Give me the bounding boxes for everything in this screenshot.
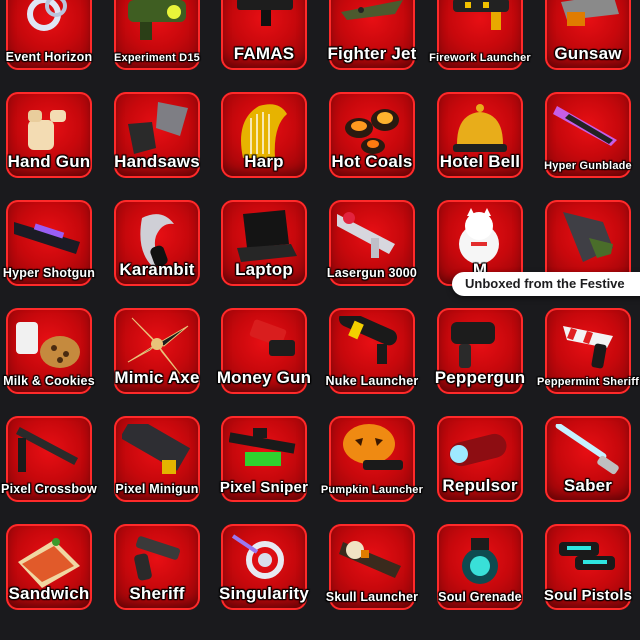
weapon-tile[interactable]: Firework Launcher [429,0,531,70]
weapon-label: Handsaws [114,152,200,171]
weapon-tile[interactable]: Hot Coals [329,92,415,178]
weapon-label: Singularity [218,584,310,603]
weapon-tile[interactable]: Pixel Sniper [220,416,308,502]
weapon-label: Money Gun [216,368,312,387]
weapon-label: Soul Grenade [438,590,522,604]
weapon-label: Pixel Crossbow [1,482,97,496]
pumpkin-launcher-icon [343,424,403,470]
weapon-tile[interactable]: Singularity [219,524,309,610]
weapon-label: Lasergun 3000 [326,266,418,280]
weapon-tile[interactable]: Karambit [114,200,200,286]
skull-launcher-icon [339,541,401,578]
weapon-tile[interactable]: Mimic Axe [114,308,200,394]
weapon-tile[interactable]: Hotel Bell [437,92,523,178]
weapon-tile[interactable]: Pixel Crossbow [1,416,97,502]
weapon-label: Sandwich [8,584,90,603]
weapon-label: Hyper Gunblade [544,160,632,172]
weapon-tile[interactable]: Lasergun 3000 [327,200,417,286]
weapon-label: Laptop [235,260,293,279]
weapon-label: Fighter Jet [327,44,417,63]
weapon-label: Saber [563,476,613,495]
weapon-label: Peppermint Sheriff [536,376,639,388]
weapon-label: Experiment D15 [114,52,200,64]
weapon-label: Sheriff [129,584,185,603]
weapon-grid: Event Horizon Experiment D15 FAMAS Fighter … [0,0,640,640]
weapon-tile[interactable]: Saber [545,416,631,502]
weapon-tile[interactable]: Hyper Shotgun [3,200,95,286]
soul-grenade-icon [462,538,498,584]
peppermint-sheriff-icon [563,326,613,369]
weapon-label: Hand Gun [7,152,91,171]
weapon-tile[interactable]: Sheriff [114,524,200,610]
weapon-tile[interactable]: Fighter Jet [327,0,416,70]
soul-pistols-icon [559,542,615,570]
weapon-tile[interactable]: Handsaws [114,92,200,178]
weapon-label: Hot Coals [331,152,413,171]
weapon-label: Peppergun [434,368,526,387]
weapon-tile[interactable]: Soul Grenade [437,524,523,610]
weapon-label: Mimic Axe [114,368,200,387]
weapon-label: Firework Launcher [429,52,531,64]
weapon-label: FAMAS [233,44,295,63]
event-horizon-icon [27,0,67,31]
pixel-sniper-icon [229,428,296,466]
experiment-d15-icon [128,0,186,40]
weapon-label: Pixel Minigun [115,482,199,496]
milk-cookies-icon [16,322,80,368]
weapon-tile[interactable]: Peppergun [435,308,525,394]
weapon-label: Nuke Launcher [325,374,419,388]
weapon-tile[interactable]: Peppermint Sheriff [537,308,639,394]
weapon-label: Repulsor [442,476,518,495]
weapon-tile[interactable]: Harp [221,92,307,178]
weapon-label: Milk & Cookies [3,374,95,388]
weapon-tile[interactable]: Hand Gun [6,92,92,178]
weapon-tile[interactable]: Nuke Launcher [326,308,418,394]
weapon-tile[interactable]: Laptop [221,200,307,286]
weapon-tile[interactable]: Money Gun [217,308,311,394]
hyper-shotgun-icon [14,222,80,254]
weapon-label: Gunsaw [554,44,622,63]
weapon-label: Event Horizon [5,50,93,64]
weapon-label: Hyper Shotgun [2,266,96,280]
weapon-label: Pumpkin Launcher [320,484,424,496]
weapon-tile[interactable]: FAMAS [221,0,307,70]
weapon-tile[interactable]: Gunsaw [545,0,631,70]
lasergun-3000-icon [337,212,395,258]
weapon-tile[interactable]: Hyper Gunblade [544,92,632,178]
pixel-crossbow-icon [15,426,79,472]
weapon-label: Harp [244,152,284,171]
weapon-label: Skull Launcher [325,590,419,604]
weapon-tile[interactable]: Event Horizon [6,0,92,70]
weapon-label: Karambit [119,260,195,279]
weapon-tile[interactable]: Experiment D15 [114,0,200,70]
weapon-tile[interactable]: Repulsor [437,416,523,502]
weapon-label: Soul Pistols [543,587,633,604]
weapon-tile[interactable]: Skull Launcher [326,524,418,610]
weapon-label: Hotel Bell [439,152,521,171]
hyper-gunblade-icon [553,106,617,146]
weapon-tile[interactable]: Milk & Cookies [3,308,95,394]
weapon-tile[interactable]: Pixel Minigun [114,416,200,502]
weapon-label: Pixel Sniper [219,479,309,496]
drill-icon [563,212,613,262]
unbox-tooltip: Unboxed from the Festive [452,272,640,296]
nuke-launcher-icon [338,316,398,364]
weapon-tile[interactable]: Sandwich [6,524,92,610]
weapon-tile[interactable]: Soul Pistols [544,524,632,610]
firework-launcher-icon [453,0,509,30]
weapon-tile[interactable]: Pumpkin Launcher [321,416,423,502]
pixel-minigun-icon [122,424,191,474]
